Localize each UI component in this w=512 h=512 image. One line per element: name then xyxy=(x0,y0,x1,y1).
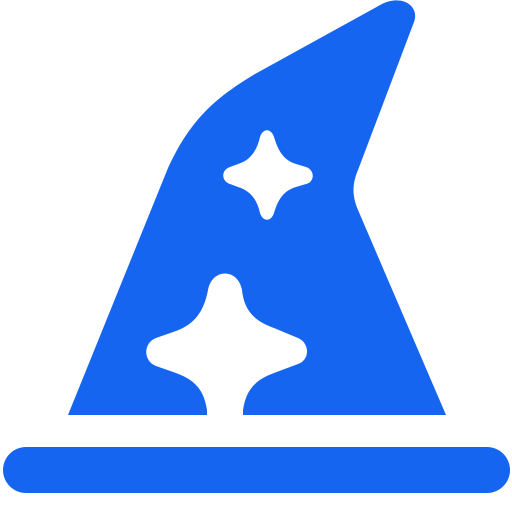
hat-cone-shape xyxy=(68,0,446,416)
hat-brim xyxy=(3,447,510,493)
wizard-hat-icon xyxy=(3,0,510,493)
hat-cone xyxy=(68,0,446,416)
icon-canvas xyxy=(0,0,512,512)
